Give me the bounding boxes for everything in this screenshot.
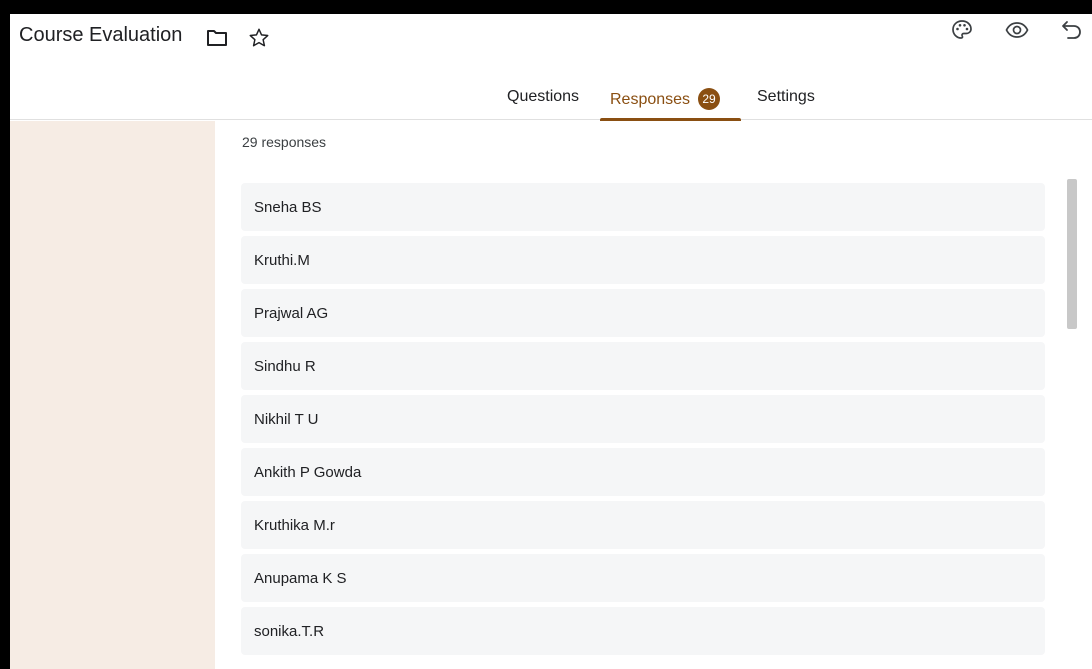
response-item[interactable]: Nikhil T U	[241, 395, 1045, 443]
star-icon[interactable]	[248, 27, 270, 49]
response-item[interactable]: Anupama K S	[241, 554, 1045, 602]
tab-questions-label: Questions	[507, 88, 580, 105]
form-title[interactable]: Course Evaluation	[19, 24, 182, 47]
app-window: Course Evaluation Questions Responses 29…	[10, 14, 1092, 669]
response-list: Sneha BS Kruthi.M Prajwal AG Sindhu R Ni…	[241, 183, 1045, 660]
response-item[interactable]: Kruthika M.r	[241, 501, 1045, 549]
side-panel	[10, 121, 215, 669]
tab-questions[interactable]: Questions	[507, 88, 579, 120]
scrollbar-thumb[interactable]	[1067, 179, 1077, 329]
response-item[interactable]: sonika.T.R	[241, 607, 1045, 655]
folder-icon[interactable]	[206, 27, 228, 49]
response-item[interactable]: Ankith P Gowda	[241, 448, 1045, 496]
top-bar: Course Evaluation Questions Responses 29…	[10, 14, 1092, 121]
undo-icon[interactable]	[1060, 18, 1084, 42]
tab-bar: Questions Responses 29 Settings	[10, 88, 1092, 120]
response-item[interactable]: Kruthi.M	[241, 236, 1045, 284]
tab-responses[interactable]: Responses 29	[600, 88, 741, 120]
tab-responses-label: Responses	[610, 91, 691, 108]
responses-count-badge: 29	[698, 88, 721, 110]
response-count: 29 responses	[242, 134, 327, 150]
palette-icon[interactable]	[950, 18, 974, 42]
response-item[interactable]: Prajwal AG	[241, 289, 1045, 337]
eye-icon[interactable]	[1005, 18, 1029, 42]
tab-settings[interactable]: Settings	[757, 88, 815, 120]
response-item[interactable]: Sneha BS	[241, 183, 1045, 231]
tab-settings-label: Settings	[757, 88, 815, 105]
responses-panel: 29 responses Sneha BS Kruthi.M Prajwal A…	[215, 121, 1092, 669]
response-item[interactable]: Sindhu R	[241, 342, 1045, 390]
